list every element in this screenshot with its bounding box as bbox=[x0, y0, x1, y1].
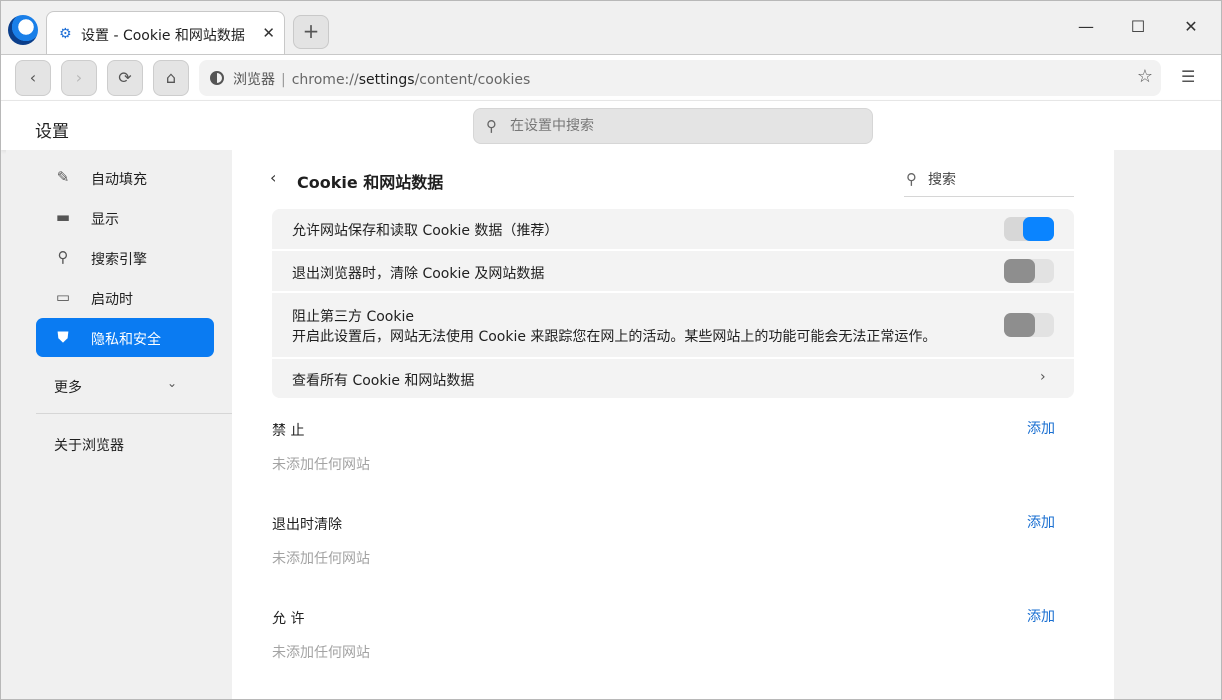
toggle-knob bbox=[1023, 217, 1054, 241]
section-block-empty: 未添加任何网站 bbox=[272, 457, 370, 473]
back-arrow-icon[interactable]: ‹ bbox=[270, 168, 276, 187]
row-block-third-party[interactable]: 阻止第三方 Cookie 开启此设置后，网站无法使用 Cookie 来跟踪您在网… bbox=[272, 291, 1074, 357]
section-allow-title: 允 许 bbox=[272, 611, 305, 627]
row-allow-cookies[interactable]: 允许网站保存和读取 Cookie 数据（推荐） bbox=[272, 209, 1074, 249]
new-tab-button[interactable]: + bbox=[293, 15, 329, 49]
bookmark-star-icon[interactable]: ☆ bbox=[1137, 66, 1153, 87]
sidebar-item-label: 自动填充 bbox=[91, 172, 147, 188]
row-see-all-cookies[interactable]: 查看所有 Cookie 和网站数据 › bbox=[272, 357, 1074, 398]
add-allow-button[interactable]: 添加 bbox=[1027, 606, 1055, 626]
shield-icon: ⛊ bbox=[57, 328, 69, 346]
sidebar-item-search-engine[interactable]: ⚲ 搜索引擎 bbox=[36, 238, 214, 277]
site-info-icon[interactable] bbox=[210, 71, 224, 85]
section-clear-on-exit-title: 退出时清除 bbox=[272, 517, 342, 533]
chevron-down-icon[interactable]: ⌄ bbox=[167, 376, 177, 390]
chevron-right-icon: › bbox=[1040, 369, 1046, 385]
sidebar-item-label: 隐私和安全 bbox=[91, 332, 161, 348]
tab-bar: ⚙ 设置 - Cookie 和网站数据 ✕ + — ☐ ✕ bbox=[1, 1, 1221, 54]
menu-icon[interactable]: ☰ bbox=[1181, 67, 1195, 86]
sidebar-item-autofill[interactable]: ✎ 自动填充 bbox=[36, 158, 214, 197]
home-button[interactable]: ⌂ bbox=[153, 60, 189, 96]
sidebar-item-display[interactable]: ▬ 显示 bbox=[36, 198, 214, 237]
add-clear-on-exit-button[interactable]: 添加 bbox=[1027, 512, 1055, 532]
browser-window: ⚙ 设置 - Cookie 和网站数据 ✕ + — ☐ ✕ ‹ › ⟳ ⌂ 浏览… bbox=[0, 0, 1222, 700]
search-icon: ⚲ bbox=[486, 117, 497, 135]
window-icon: ▭ bbox=[55, 288, 71, 306]
page-search-input[interactable] bbox=[928, 170, 1068, 190]
row-label: 查看所有 Cookie 和网站数据 bbox=[292, 373, 475, 389]
toolbar: ‹ › ⟳ ⌂ 浏览器 | chrome://settings/content/co… bbox=[1, 54, 1221, 100]
forward-button[interactable]: › bbox=[61, 60, 97, 96]
reload-button[interactable]: ⟳ bbox=[107, 60, 143, 96]
section-clear-on-exit-empty: 未添加任何网站 bbox=[272, 551, 370, 567]
settings-search-box[interactable]: ⚲ bbox=[473, 108, 873, 144]
sidebar-more[interactable]: 更多 bbox=[54, 377, 82, 397]
cookie-settings-card: 允许网站保存和读取 Cookie 数据（推荐） 退出浏览器时，清除 Cookie… bbox=[272, 209, 1074, 398]
page-search-box[interactable]: ⚲ bbox=[904, 165, 1074, 197]
address-url: chrome://settings/content/cookies bbox=[292, 72, 531, 88]
sidebar-item-about[interactable]: 关于浏览器 bbox=[54, 435, 124, 455]
settings-title: 设置 bbox=[35, 122, 69, 142]
settings-header: 设置 ⚲ bbox=[1, 100, 1221, 150]
address-bar[interactable]: 浏览器 | chrome://settings/content/cookies ☆ bbox=[199, 60, 1161, 96]
maximize-icon[interactable]: ☐ bbox=[1126, 17, 1150, 36]
address-separator: | bbox=[281, 72, 286, 88]
sidebar-item-label: 搜索引擎 bbox=[91, 252, 147, 268]
sidebar-item-privacy[interactable]: ⛊ 隐私和安全 bbox=[36, 318, 214, 357]
url-host: settings bbox=[358, 72, 415, 88]
section-block-title: 禁 止 bbox=[272, 423, 305, 439]
right-gutter bbox=[1114, 150, 1221, 699]
address-text: 浏览器 | chrome://settings/content/cookies bbox=[233, 69, 530, 89]
tab-close-icon[interactable]: ✕ bbox=[262, 24, 275, 42]
gear-icon: ⚙ bbox=[59, 26, 72, 42]
settings-search-input[interactable] bbox=[510, 116, 850, 136]
address-label: 浏览器 bbox=[233, 72, 275, 88]
back-button[interactable]: ‹ bbox=[15, 60, 51, 96]
search-icon: ⚲ bbox=[57, 248, 69, 266]
row-label: 退出浏览器时，清除 Cookie 及网站数据 bbox=[292, 266, 545, 282]
monitor-icon: ▬ bbox=[55, 208, 71, 226]
toggle-knob bbox=[1004, 259, 1035, 283]
add-block-button[interactable]: 添加 bbox=[1027, 418, 1055, 438]
row-clear-on-exit[interactable]: 退出浏览器时，清除 Cookie 及网站数据 bbox=[272, 249, 1074, 291]
tab-title: 设置 - Cookie 和网站数据 bbox=[81, 28, 245, 44]
tab-settings[interactable]: ⚙ 设置 - Cookie 和网站数据 ✕ bbox=[46, 11, 285, 54]
minimize-icon[interactable]: — bbox=[1074, 17, 1098, 36]
sidebar-item-label: 显示 bbox=[91, 212, 119, 228]
main-content: ‹ Cookie 和网站数据 ⚲ 允许网站保存和读取 Cookie 数据（推荐）… bbox=[232, 150, 1114, 699]
url-path: /content/cookies bbox=[414, 72, 531, 88]
allow-cookies-toggle[interactable] bbox=[1004, 217, 1054, 241]
block-third-party-toggle[interactable] bbox=[1004, 313, 1054, 337]
sidebar-divider bbox=[36, 413, 232, 414]
url-scheme: chrome:// bbox=[291, 72, 359, 88]
clear-on-exit-toggle[interactable] bbox=[1004, 259, 1054, 283]
row-label: 阻止第三方 Cookie bbox=[292, 309, 414, 325]
section-allow-empty: 未添加任何网站 bbox=[272, 645, 370, 661]
row-description: 开启此设置后，网站无法使用 Cookie 来跟踪您在网上的活动。某些网站上的功能… bbox=[292, 329, 937, 345]
toggle-knob bbox=[1004, 313, 1035, 337]
pencil-icon: ✎ bbox=[56, 168, 70, 186]
row-label: 允许网站保存和读取 Cookie 数据（推荐） bbox=[292, 223, 559, 239]
browser-logo-icon[interactable] bbox=[8, 15, 38, 45]
close-window-icon[interactable]: ✕ bbox=[1179, 17, 1203, 36]
sidebar-item-label: 启动时 bbox=[91, 292, 133, 308]
search-icon: ⚲ bbox=[906, 170, 917, 188]
page-title: Cookie 和网站数据 bbox=[297, 173, 444, 192]
sidebar-item-on-startup[interactable]: ▭ 启动时 bbox=[36, 278, 214, 317]
sidebar: ✎ 自动填充 ▬ 显示 ⚲ 搜索引擎 ▭ 启动时 ⛊ 隐私和安全 更多 ⌄ 关于… bbox=[6, 150, 232, 699]
